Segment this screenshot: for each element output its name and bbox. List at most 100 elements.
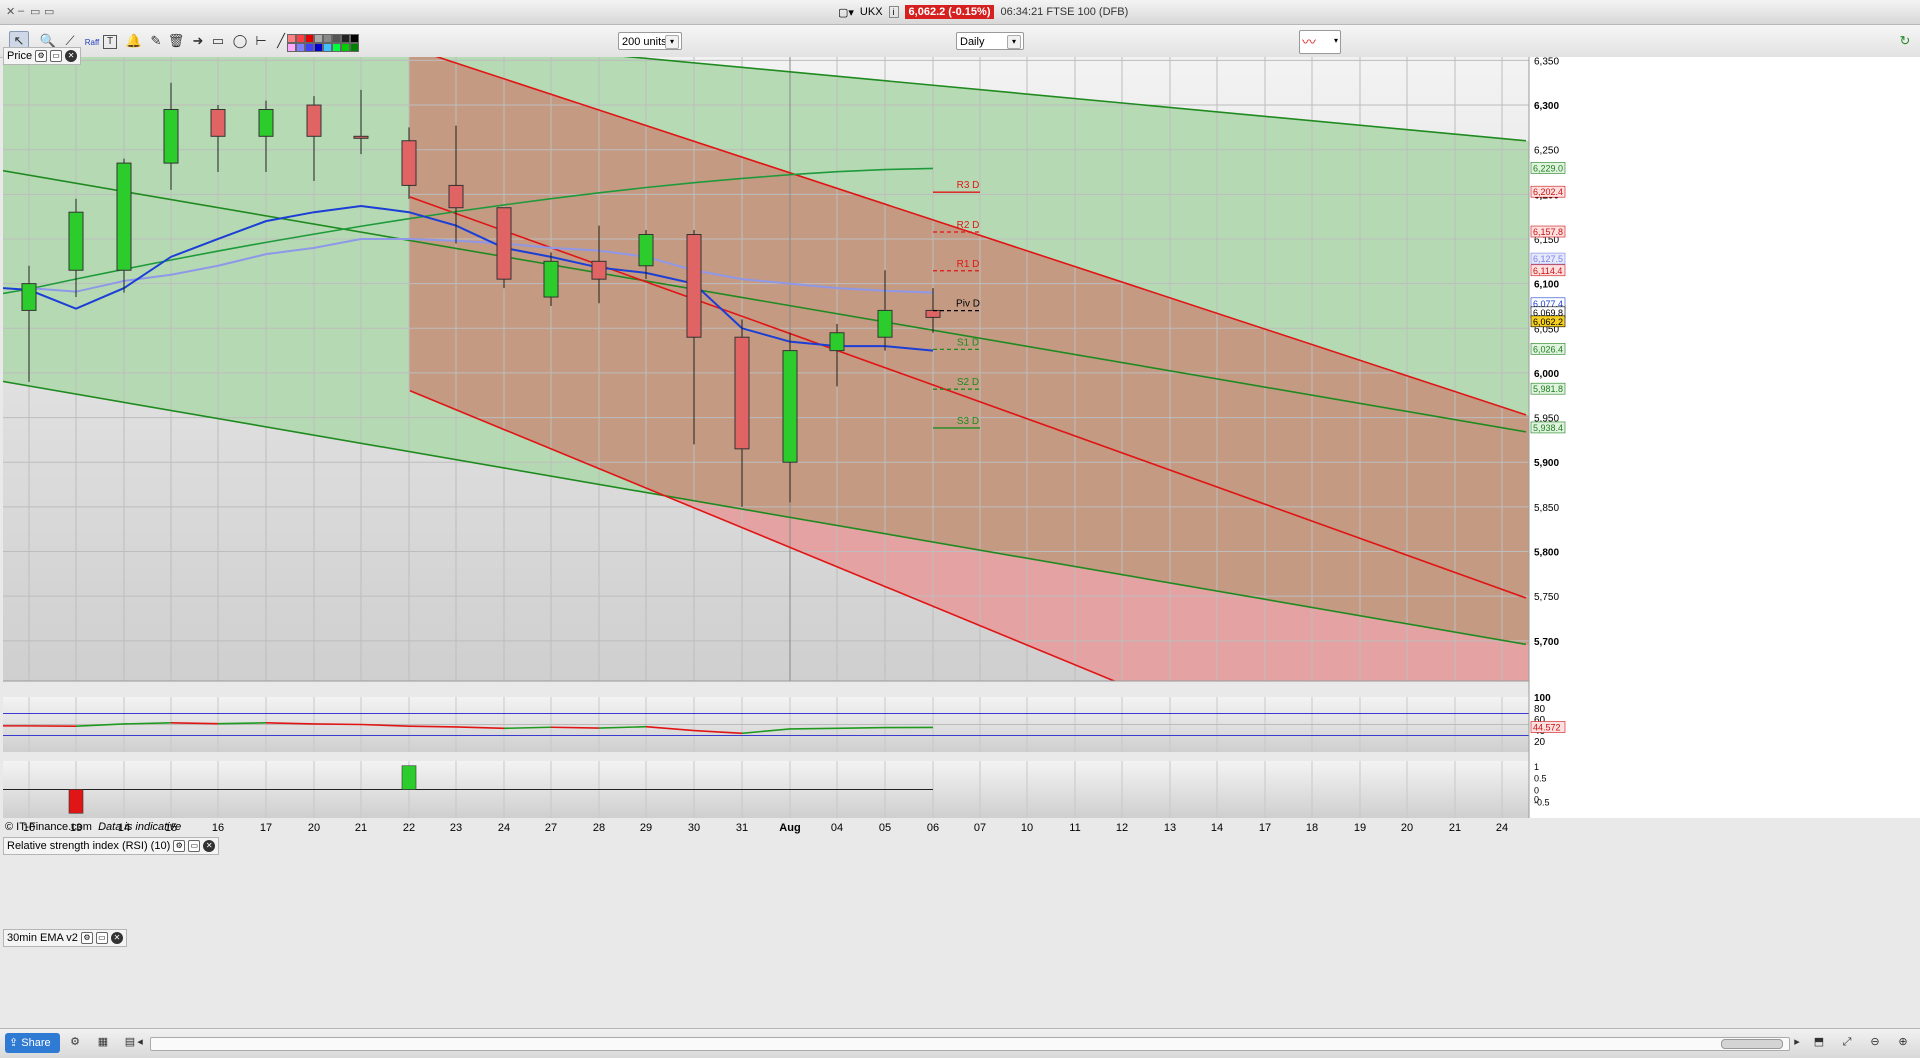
chart-area[interactable]: R3 DR2 DR1 DPiv DS1 DS2 DS3 D6,3506,3006… — [0, 57, 1920, 1027]
close-icon[interactable]: ✕ — [111, 932, 123, 944]
scroll-right-icon[interactable]: ▸ — [1790, 1035, 1804, 1049]
price-tag: 6,114.4 — [1531, 265, 1565, 276]
x-tick-label: 19 — [1354, 822, 1366, 834]
y-tick-label: 6,100 — [1534, 280, 1559, 291]
detach-window-icon[interactable]: ▭ — [44, 5, 54, 18]
alert-bell-icon[interactable]: 🔔 — [124, 31, 144, 51]
signal-tick-label: 0.5 — [1534, 774, 1547, 784]
close-icon[interactable]: ✕ — [65, 50, 77, 62]
maximize-icon[interactable]: ▭ — [96, 932, 108, 944]
share-button[interactable]: ⇪ Share — [5, 1033, 60, 1053]
color-swatch[interactable] — [341, 34, 350, 43]
pan-icon[interactable]: ⬒ — [1812, 1035, 1826, 1049]
zoom-out-icon[interactable]: ⊖ — [1868, 1035, 1882, 1049]
horizontal-line-tool-icon[interactable]: ⊢ — [251, 31, 271, 51]
color-swatch[interactable] — [323, 34, 332, 43]
candle-body — [307, 105, 321, 136]
raff-tool-icon[interactable]: Raff — [82, 31, 102, 51]
x-tick-label: 14 — [1211, 822, 1223, 834]
pivot-label: S3 D — [957, 416, 979, 427]
color-swatch[interactable] — [323, 43, 332, 52]
signal-tick-label: -0.5 — [1534, 797, 1550, 807]
candle-body — [402, 141, 416, 186]
color-swatch[interactable] — [287, 34, 296, 43]
color-swatch[interactable] — [350, 43, 359, 52]
link-icon[interactable]: ▢▾ — [838, 6, 854, 19]
color-swatch[interactable] — [287, 43, 296, 52]
price-tag-value: 6,202.4 — [1533, 187, 1563, 197]
rsi-panel-title: Relative strength index (RSI) (10) — [7, 839, 170, 853]
ellipse-tool-icon[interactable]: ◯ — [230, 31, 250, 51]
zoom-in-icon[interactable]: ⊕ — [1896, 1035, 1910, 1049]
rsi-segment — [124, 723, 171, 724]
price-tag: 6,202.4 — [1531, 186, 1565, 197]
candle-body — [259, 110, 273, 137]
units-select[interactable]: 200 units ▾ — [618, 32, 682, 50]
color-swatch[interactable] — [314, 43, 323, 52]
y-tick-label: 6,300 — [1534, 101, 1559, 112]
candle-body — [878, 310, 892, 337]
settings-icon[interactable]: ⚙ — [68, 1035, 82, 1049]
candle-body — [830, 333, 844, 351]
scroll-left-icon[interactable]: ◂ — [133, 1035, 147, 1049]
color-swatch[interactable] — [296, 34, 305, 43]
signal-bar — [402, 766, 416, 790]
color-swatch[interactable] — [305, 43, 314, 52]
candle — [497, 208, 511, 288]
pivot-label: Piv D — [956, 299, 980, 310]
price-panel-header: Price ⚙ ▭ ✕ — [3, 47, 81, 65]
candle-body — [22, 284, 36, 311]
interval-select[interactable]: Daily ▾ — [956, 32, 1024, 50]
color-swatch[interactable] — [332, 34, 341, 43]
candle-body — [639, 235, 653, 266]
color-swatch[interactable] — [305, 34, 314, 43]
color-swatch[interactable] — [332, 43, 341, 52]
color-swatch[interactable] — [341, 43, 350, 52]
x-tick-label: 05 — [879, 822, 891, 834]
ema-panel-title: 30min EMA v2 — [7, 931, 78, 945]
table-icon[interactable]: ▦ — [96, 1035, 110, 1049]
candle-body — [592, 261, 606, 279]
trash-icon[interactable]: 🗑 — [166, 31, 186, 51]
restore-window-icon[interactable]: ▭ — [30, 5, 40, 18]
wrench-icon[interactable]: ⚙ — [35, 50, 47, 62]
pencil-tool-icon[interactable]: ✎ — [146, 31, 166, 51]
last-price-badge: 6,062.2 (-0.15%) — [905, 5, 995, 19]
rsi-segment — [409, 726, 456, 727]
minimize-window-icon[interactable]: – — [18, 5, 24, 17]
info-icon[interactable]: i — [889, 6, 899, 18]
sync-icon[interactable]: ↻ — [1895, 31, 1915, 51]
close-icon[interactable]: ✕ — [203, 840, 215, 852]
rsi-tick-label: 80 — [1534, 704, 1546, 715]
color-swatch[interactable] — [296, 43, 305, 52]
pivot-label: R2 D — [957, 220, 980, 231]
wrench-icon[interactable]: ⚙ — [81, 932, 93, 944]
color-swatch[interactable] — [314, 34, 323, 43]
y-tick-label: 5,750 — [1534, 592, 1559, 603]
rsi-segment — [551, 727, 599, 728]
scroll-thumb[interactable] — [1721, 1039, 1783, 1049]
price-tag-value: 6,229.0 — [1533, 163, 1563, 173]
rsi-value-label: 44.572 — [1533, 722, 1561, 732]
ema-signal-panel: 10.500-0.5 — [3, 761, 1550, 818]
price-tag-value: 6,127.5 — [1533, 254, 1563, 264]
rsi-segment — [218, 723, 266, 724]
arrow-tool-icon[interactable]: ➜ — [188, 31, 208, 51]
close-window-icon[interactable]: ✕ — [6, 5, 15, 18]
color-swatch[interactable] — [350, 34, 359, 43]
candle-body — [687, 235, 701, 338]
time-scrollbar[interactable] — [150, 1037, 1790, 1051]
status-bar: ⇪ Share ⚙ ▦ ▤ ◂ ▸ ⬒ ⤢ ⊖ ⊕ — [0, 1028, 1920, 1058]
zoom-fit-icon[interactable]: ⤢ — [1840, 1035, 1854, 1049]
chevron-down-icon: ▾ — [1007, 35, 1021, 49]
rectangle-tool-icon[interactable]: ▭ — [208, 31, 228, 51]
ticker-display: ▢▾ UKX i 6,062.2 (-0.15%) 06:34:21 FTSE … — [838, 4, 1128, 20]
x-tick-label: 13 — [1164, 822, 1176, 834]
text-tool-icon[interactable]: T — [103, 35, 117, 49]
price-tag: 6,157.8 — [1531, 226, 1565, 237]
chart-type-menu[interactable]: 〰 ▾ — [1299, 30, 1341, 54]
ticker-symbol[interactable]: UKX — [860, 6, 883, 18]
wrench-icon[interactable]: ⚙ — [173, 840, 185, 852]
maximize-icon[interactable]: ▭ — [188, 840, 200, 852]
maximize-icon[interactable]: ▭ — [50, 50, 62, 62]
